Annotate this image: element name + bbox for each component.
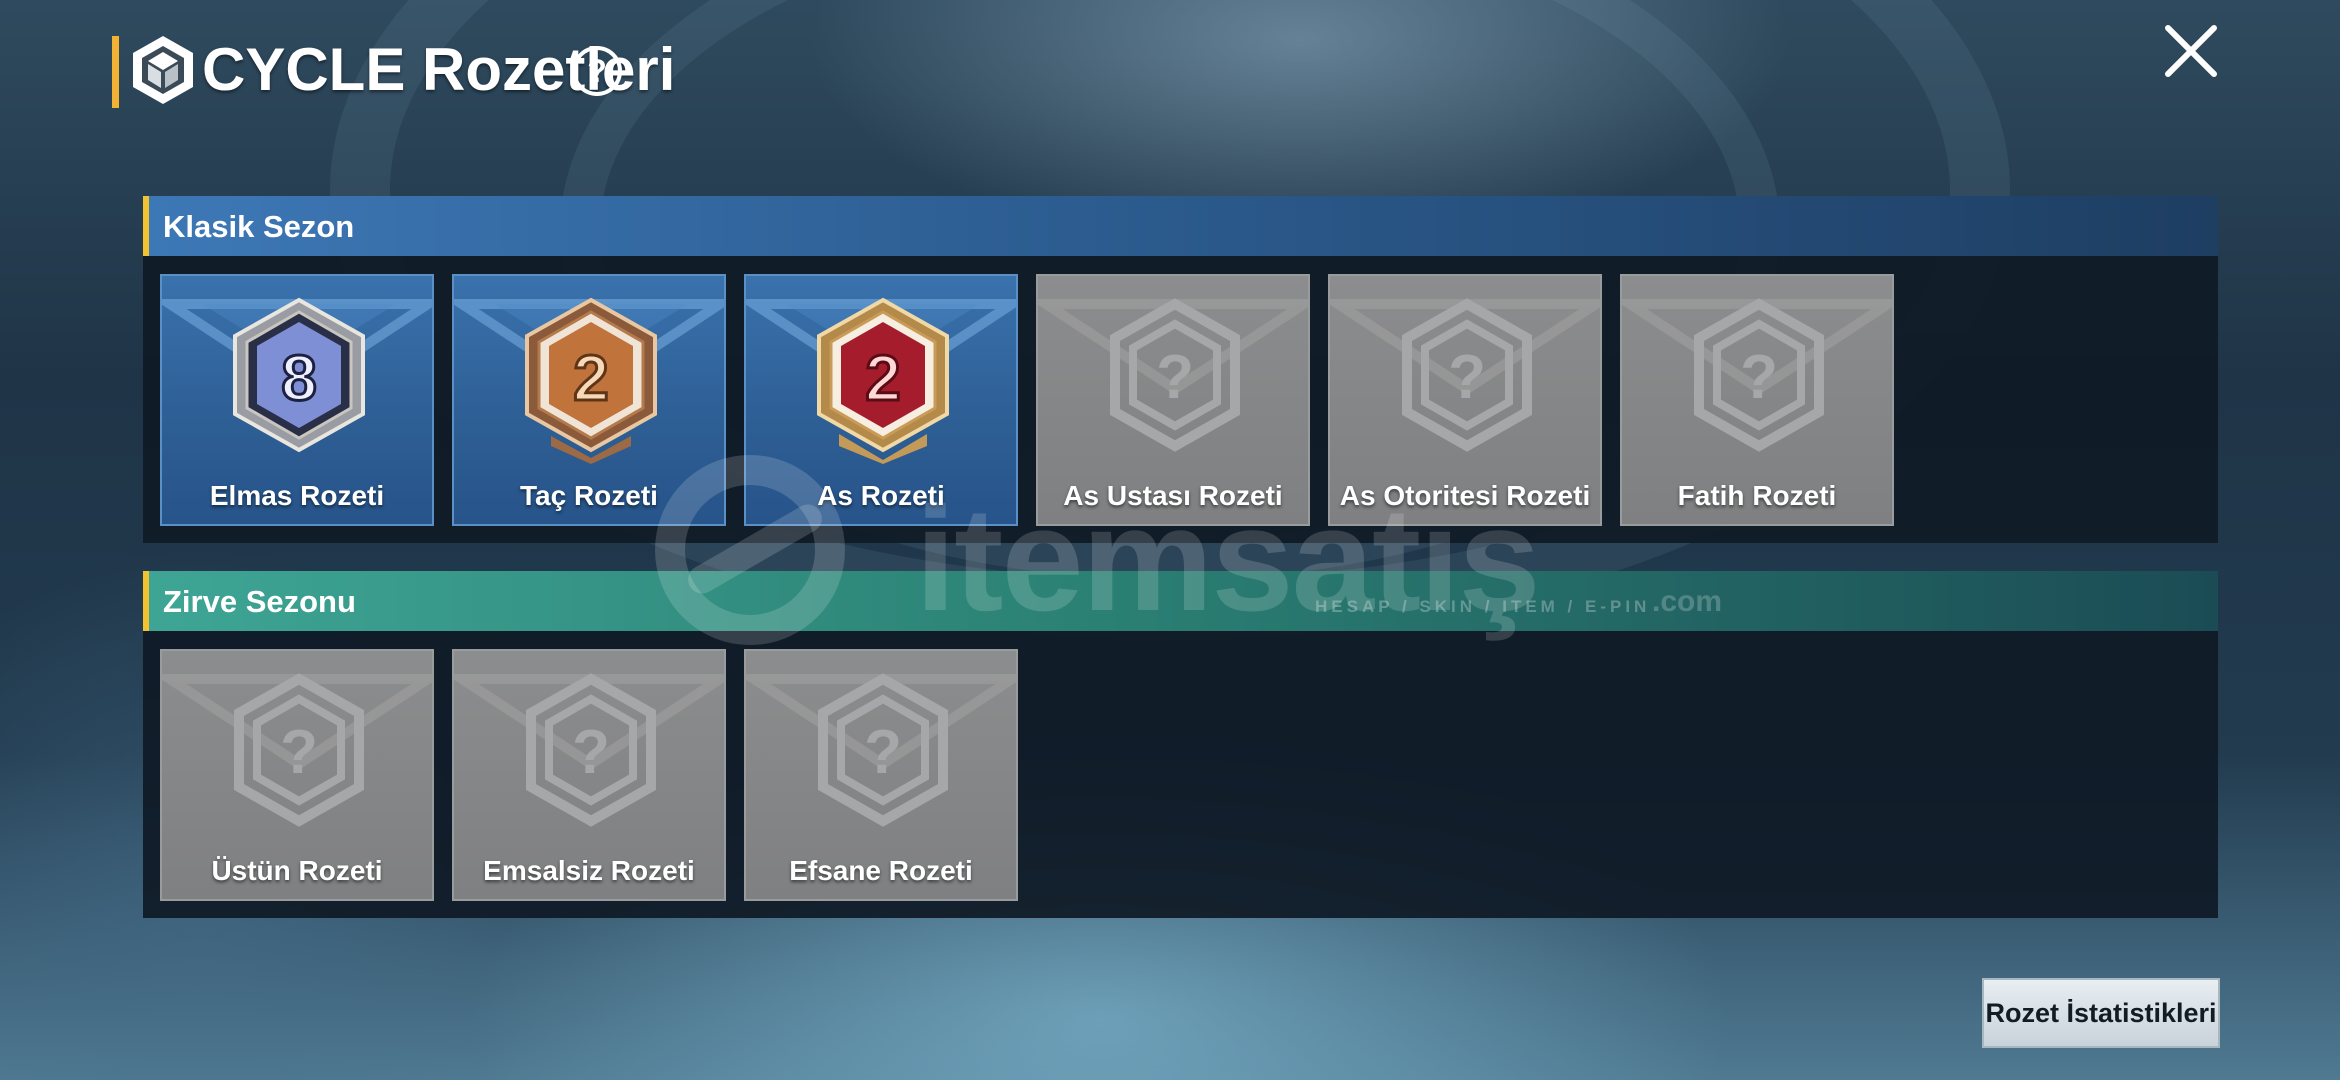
badge-card-emsalsiz[interactable]: ? Emsalsiz Rozeti (452, 649, 726, 901)
badge-card-as-otoritesi[interactable]: ? As Otoritesi Rozeti (1328, 274, 1602, 526)
badge-label: As Ustası Rozeti (1063, 480, 1283, 511)
badge-label: As Rozeti (817, 480, 945, 511)
locked-question-hexagon-icon: ? (1110, 298, 1240, 452)
badge-card-ustun[interactable]: ? Üstün Rozeti (160, 649, 434, 901)
svg-text:?: ? (587, 53, 607, 89)
locked-question-hexagon-icon: ? (1402, 298, 1532, 452)
summit-season-header: Zirve Sezonu (143, 571, 2218, 631)
badge-card-efsane[interactable]: ? Efsane Rozeti (744, 649, 1018, 901)
badge-label: Emsalsiz Rozeti (483, 855, 695, 886)
hexagon-cube-icon (133, 36, 193, 104)
badge-label: Taç Rozeti (520, 480, 658, 511)
summit-season-panel: Zirve Sezonu ? Üstün Rozeti ? Emsalsiz R… (143, 571, 2218, 918)
crown-badge-icon: 2 (525, 297, 657, 464)
locked-question-hexagon-icon: ? (818, 673, 948, 827)
summit-season-title: Zirve Sezonu (163, 584, 356, 619)
ace-badge-icon: 2 (817, 297, 949, 464)
locked-question-hexagon-icon: ? (526, 673, 656, 827)
svg-text:?: ? (1740, 343, 1778, 412)
classic-season-header: Klasik Sezon (143, 196, 2218, 256)
badge-card-elmas[interactable]: 8 Elmas Rozeti (160, 274, 434, 526)
svg-text:?: ? (864, 718, 902, 787)
close-icon[interactable] (2160, 20, 2222, 82)
badge-statistics-button[interactable]: Rozet İstatistikleri (1982, 978, 2220, 1048)
title-accent-bar (112, 36, 119, 108)
badge-label: Üstün Rozeti (211, 855, 383, 886)
locked-question-hexagon-icon: ? (1694, 298, 1824, 452)
badge-label: As Otoritesi Rozeti (1339, 480, 1591, 511)
diamond-badge-icon: 8 (233, 297, 365, 453)
badge-card-as[interactable]: 2 As Rozeti (744, 274, 1018, 526)
badge-card-tac[interactable]: 2 Taç Rozeti (452, 274, 726, 526)
svg-text:?: ? (1156, 343, 1194, 412)
badge-label: Fatih Rozeti (1677, 480, 1837, 511)
badge-label: Efsane Rozeti (789, 855, 973, 886)
svg-text:2: 2 (865, 342, 901, 414)
classic-season-panel: Klasik Sezon 8 Elmas Rozeti 2 Taç Rozeti… (143, 196, 2218, 543)
svg-text:?: ? (1448, 343, 1486, 412)
locked-question-hexagon-icon: ? (234, 673, 364, 827)
svg-text:8: 8 (281, 342, 317, 414)
badge-label: Elmas Rozeti (209, 480, 385, 511)
badge-card-fatih[interactable]: ? Fatih Rozeti (1620, 274, 1894, 526)
question-circle-icon[interactable]: ? (570, 44, 624, 98)
badge-card-as-ustasi[interactable]: ? As Ustası Rozeti (1036, 274, 1310, 526)
svg-text:?: ? (280, 718, 318, 787)
svg-text:2: 2 (573, 342, 609, 414)
svg-text:?: ? (572, 718, 610, 787)
classic-season-title: Klasik Sezon (163, 209, 355, 244)
